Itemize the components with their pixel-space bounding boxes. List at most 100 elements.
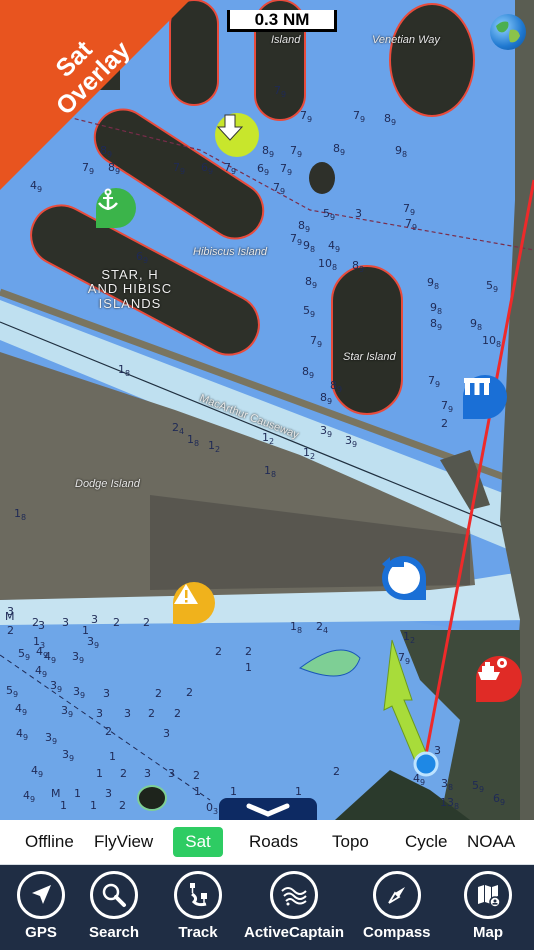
depth-sounding: 98 <box>430 301 443 317</box>
navigation-arrow-icon <box>32 885 51 904</box>
depth-sounding: 59 <box>486 279 499 295</box>
depth-sounding: 49 <box>23 789 36 805</box>
globe-button[interactable] <box>490 14 526 50</box>
depth-sounding: 2 <box>333 765 340 778</box>
depth-sounding: 98 <box>427 276 440 292</box>
depth-sounding: 79 <box>290 144 303 160</box>
nautical-chart-map[interactable]: 89 79 89 79 69 79 79 79 79 89 89 79 89 98 69 79 79 59 89 3 7… <box>0 0 534 820</box>
depth-sounding: 2 <box>174 707 181 720</box>
place-label: Hibiscus Island <box>193 246 267 258</box>
depth-sounding: 3 <box>62 616 69 629</box>
back-arrow-icon <box>382 557 420 594</box>
map-button[interactable]: Map <box>464 871 512 941</box>
depth-sounding: 38 <box>441 777 454 793</box>
depth-sounding: 49 <box>44 650 57 666</box>
depth-sounding: 59 <box>472 779 485 795</box>
depth-sounding: 98 <box>395 144 408 160</box>
gps-button[interactable]: GPS <box>17 871 65 941</box>
tab-flyview[interactable]: FlyView <box>86 827 161 857</box>
small-island <box>309 162 335 194</box>
depth-sounding: 2 <box>155 687 162 700</box>
depth-sounding: 18 <box>290 620 303 636</box>
depth-sounding: 2 <box>119 799 126 812</box>
depth-sounding: 79 <box>224 161 237 177</box>
depth-sounding: 3 <box>163 727 170 740</box>
tab-cycle[interactable]: Cycle <box>397 827 456 857</box>
map-label: Map <box>473 924 503 941</box>
activecaptain-button[interactable]: ActiveCaptain <box>244 871 344 941</box>
depth-sounding: 2 <box>193 769 200 782</box>
search-button[interactable]: Search <box>89 871 139 941</box>
depth-sounding: 69 <box>201 161 214 177</box>
depth-sounding: 89 <box>305 275 318 291</box>
depth-sounding: 89 <box>333 142 346 158</box>
depth-sounding: 49 <box>16 727 29 743</box>
tab-sat[interactable]: Sat <box>173 827 223 857</box>
depth-sounding: 3 <box>434 744 441 757</box>
depth-sounding: 49 <box>413 772 426 788</box>
place-label: Island <box>271 34 301 46</box>
depth-sounding: 1 <box>109 750 116 763</box>
waves-icon <box>281 887 307 906</box>
depth-sounding: M <box>5 610 15 623</box>
depth-sounding: 3 <box>91 613 98 626</box>
depth-sounding: 79 <box>441 399 454 415</box>
place-label: Dodge Island <box>75 478 140 490</box>
depth-sounding: 39 <box>45 731 58 747</box>
depth-sounding: 12 <box>262 431 275 447</box>
exit-marker[interactable] <box>382 556 426 600</box>
tab-noaa[interactable]: NOAA <box>459 827 523 857</box>
place-label: Star Island <box>343 351 396 363</box>
depth-sounding: 69 <box>257 162 270 178</box>
depth-sounding: 79 <box>273 181 286 197</box>
depth-sounding: 3 <box>38 619 45 632</box>
anchorage-marker[interactable] <box>96 188 136 228</box>
marina-marker[interactable] <box>476 656 522 702</box>
globe-icon <box>496 21 520 43</box>
tab-topo[interactable]: Topo <box>324 827 377 857</box>
tab-roads[interactable]: Roads <box>241 827 306 857</box>
tab-offline[interactable]: Offline <box>17 827 82 857</box>
depth-sounding: 98 <box>470 317 483 333</box>
depth-sounding: 79 <box>310 334 323 350</box>
depth-sounding: M <box>51 787 61 800</box>
depth-sounding: 89 <box>262 144 275 160</box>
gps-label: GPS <box>25 924 57 941</box>
depth-sounding: 3 <box>105 787 112 800</box>
track-button[interactable]: Track <box>174 871 222 941</box>
bridge-marker[interactable] <box>463 375 507 419</box>
compass-button[interactable]: Compass <box>363 871 431 941</box>
depth-sounding: 79 <box>280 162 293 178</box>
depth-sounding: 24 <box>172 421 185 437</box>
depth-sounding: 2 <box>148 707 155 720</box>
islet <box>137 785 167 811</box>
depth-sounding: 13 <box>33 635 46 651</box>
depth-sounding: 79 <box>398 651 411 667</box>
depth-sounding: 79 <box>428 374 441 390</box>
hazard-marker[interactable] <box>173 582 215 624</box>
compass-icon <box>387 887 405 904</box>
map-download-icon <box>478 885 501 908</box>
depth-sounding: 49 <box>15 702 28 718</box>
depth-sounding: 3 <box>96 707 103 720</box>
arrow-down-icon <box>216 114 244 141</box>
collapse-panel-button[interactable] <box>219 798 317 820</box>
depth-sounding: 59 <box>303 304 316 320</box>
download-marker[interactable] <box>215 113 259 157</box>
scale-bar-label: 0.3 NM <box>254 9 310 29</box>
place-label: Venetian Way <box>372 34 440 46</box>
depth-sounding: 1 <box>96 767 103 780</box>
depth-sounding: 2 <box>105 725 112 738</box>
depth-sounding: 1 <box>230 785 237 798</box>
venetian-island-3 <box>389 3 475 117</box>
depth-sounding: 3 <box>355 207 362 220</box>
depth-sounding: 89 <box>384 112 397 128</box>
depth-sounding: 03 <box>206 801 219 817</box>
depth-sounding: 89 <box>320 391 333 407</box>
depth-sounding: 39 <box>320 424 333 440</box>
depth-sounding: 79 <box>274 84 287 100</box>
track-pins-icon <box>190 883 207 907</box>
depth-sounding: 39 <box>73 685 86 701</box>
bridge-icon <box>464 378 490 395</box>
depth-sounding: 3 <box>124 707 131 720</box>
